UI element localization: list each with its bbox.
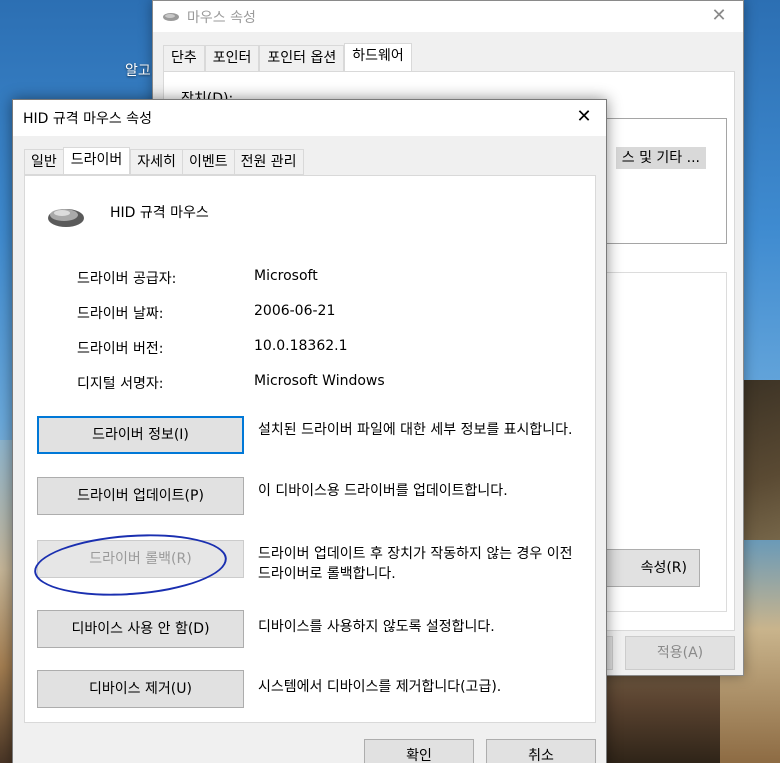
rollback-driver-button[interactable]: 드라이버 롤백(R) <box>37 540 244 578</box>
close-icon[interactable]: ✕ <box>572 106 596 130</box>
driver-details-button[interactable]: 드라이버 정보(I) <box>37 416 244 454</box>
tab-buttons[interactable]: 단추 <box>163 45 205 71</box>
uninstall-device-button[interactable]: 디바이스 제거(U) <box>37 670 244 708</box>
tab-strip: 일반 드라이버 자세히 이벤트 전원 관리 <box>24 147 304 175</box>
disable-device-desc: 디바이스를 사용하지 않도록 설정합니다. <box>258 619 495 635</box>
tab-pointer-options[interactable]: 포인터 옵션 <box>259 45 345 71</box>
disable-device-button[interactable]: 디바이스 사용 안 함(D) <box>37 610 244 648</box>
update-driver-button[interactable]: 드라이버 업데이트(P) <box>37 477 244 515</box>
tab-power-management[interactable]: 전원 관리 <box>233 149 304 175</box>
back-apply-button[interactable]: 적용(A) <box>625 636 735 670</box>
back-tab-strip: 단추 포인터 포인터 옵션 하드웨어 <box>163 43 412 71</box>
tab-details[interactable]: 자세히 <box>130 149 182 175</box>
mouse-device-icon <box>48 209 84 227</box>
back-close-icon[interactable]: ✕ <box>707 5 731 29</box>
driver-version-label: 드라이버 버전: <box>77 341 164 357</box>
digital-signer-value: Microsoft Windows <box>254 373 385 389</box>
hid-mouse-properties-window: HID 규격 마우스 속성 ✕ 일반 드라이버 자세히 이벤트 전원 관리 HI… <box>12 99 607 763</box>
driver-date-label: 드라이버 날짜: <box>77 306 164 322</box>
desktop-icon-label[interactable]: 알고 <box>125 60 151 80</box>
driver-details-desc: 설치된 드라이버 파일에 대한 세부 정보를 표시합니다. <box>258 422 573 438</box>
title-bar: HID 규격 마우스 속성 <box>13 100 606 136</box>
driver-date-value: 2006-06-21 <box>254 303 336 319</box>
back-title-bar: 마우스 속성 <box>153 1 743 32</box>
cancel-button[interactable]: 취소 <box>486 739 596 763</box>
window-title: HID 규격 마우스 속성 <box>23 111 152 127</box>
driver-panel: HID 규격 마우스 드라이버 공급자: Microsoft 드라이버 날짜: … <box>24 175 596 723</box>
driver-provider-value: Microsoft <box>254 268 318 284</box>
tab-pointers[interactable]: 포인터 <box>204 45 260 71</box>
tab-events[interactable]: 이벤트 <box>181 149 234 175</box>
device-name: HID 규격 마우스 <box>110 205 209 221</box>
tab-driver[interactable]: 드라이버 <box>62 147 131 175</box>
driver-provider-label: 드라이버 공급자: <box>77 271 177 287</box>
mouse-icon <box>163 12 179 21</box>
update-driver-desc: 이 디바이스용 드라이버를 업데이트합니다. <box>258 483 508 499</box>
back-properties-button[interactable]: 속성(R) <box>600 549 700 587</box>
uninstall-device-desc: 시스템에서 디바이스를 제거합니다(고급). <box>258 679 502 695</box>
devices-list-item[interactable]: 스 및 기타 ... <box>615 147 706 169</box>
ok-button[interactable]: 확인 <box>364 739 474 763</box>
driver-version-value: 10.0.18362.1 <box>254 338 348 354</box>
tab-hardware[interactable]: 하드웨어 <box>344 43 412 71</box>
rollback-driver-desc: 드라이버 업데이트 후 장치가 작동하지 않는 경우 이전 드라이버로 롤백합니… <box>258 546 573 582</box>
digital-signer-label: 디지털 서명자: <box>77 376 164 392</box>
tab-general[interactable]: 일반 <box>24 149 63 175</box>
back-title-text: 마우스 속성 <box>187 9 256 26</box>
